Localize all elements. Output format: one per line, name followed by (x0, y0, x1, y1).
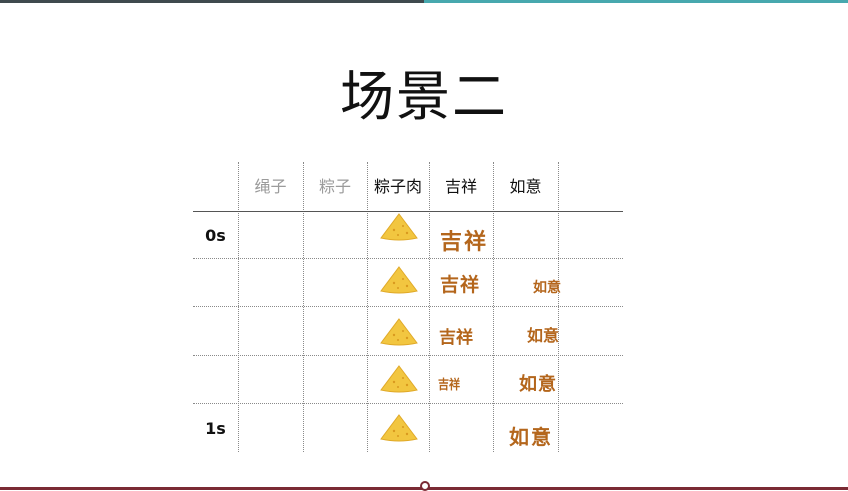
column-divider (367, 162, 368, 452)
column-divider (303, 162, 304, 452)
animation-timeline-table: 绳子 粽子 粽子肉 吉祥 如意 0s 1s 吉祥 吉祥 吉祥 吉祥 如意 如意 … (0, 0, 848, 490)
jixiang-text: 吉祥 (440, 229, 489, 255)
column-header-jixiang: 吉祥 (444, 177, 477, 196)
zongzi-icon (380, 213, 418, 241)
row-divider (193, 306, 623, 307)
ruyi-text: 如意 (527, 326, 560, 345)
ruyi-text: 如意 (519, 374, 557, 395)
column-divider (493, 162, 494, 452)
column-divider (238, 162, 239, 452)
jixiang-text: 吉祥 (438, 378, 461, 393)
column-header-zongzi: 粽子 (318, 177, 351, 196)
time-label-end: 1s (205, 419, 226, 438)
row-divider (193, 403, 623, 404)
zongzi-icon (380, 365, 418, 393)
column-header-zongzi-filling: 粽子肉 (373, 177, 422, 196)
time-label-start: 0s (205, 226, 226, 245)
column-divider (558, 162, 559, 452)
zongzi-icon (380, 266, 418, 294)
column-header-rope: 绳子 (254, 177, 287, 196)
jixiang-text: 吉祥 (440, 274, 481, 296)
zongzi-icon (380, 318, 418, 346)
zongzi-icon (380, 414, 418, 442)
ruyi-text: 如意 (509, 425, 553, 449)
row-divider (193, 258, 623, 259)
column-header-ruyi: 如意 (509, 177, 542, 196)
row-divider (193, 355, 623, 356)
ruyi-text: 如意 (533, 280, 561, 296)
column-divider (429, 162, 430, 452)
jixiang-text: 吉祥 (439, 328, 473, 348)
